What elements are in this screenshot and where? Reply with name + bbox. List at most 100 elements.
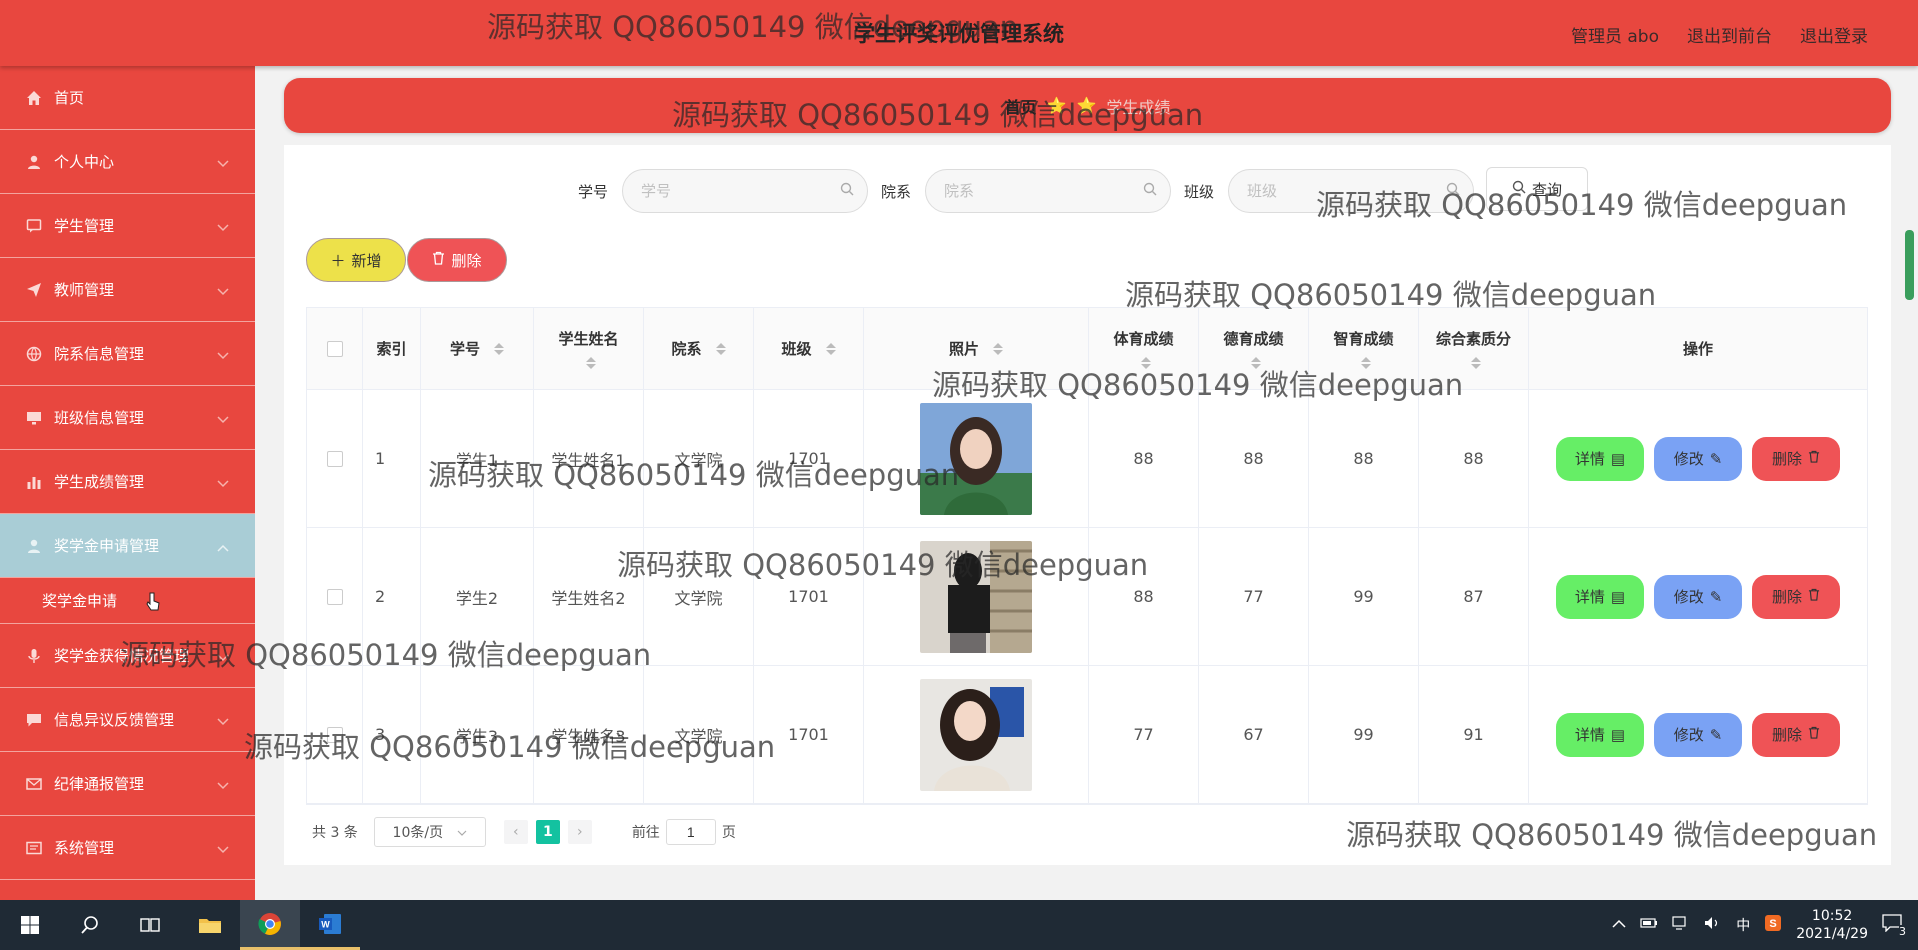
sidebar-item-classes[interactable]: 班级信息管理 xyxy=(0,386,255,450)
class-search-input[interactable] xyxy=(1228,169,1474,213)
chevron-up-icon[interactable] xyxy=(1612,917,1626,933)
chevron-up-icon xyxy=(217,538,229,556)
breadcrumb-home[interactable]: 首页 xyxy=(1005,94,1037,118)
class-label: 班级 xyxy=(1184,183,1215,201)
header-intel[interactable]: 智育成绩 xyxy=(1309,308,1419,389)
cell-ops: 详情 ▤ 修改 ✎ 删除 xyxy=(1529,528,1867,665)
sno-search-input[interactable] xyxy=(622,169,868,213)
pagination: 共 3 条 10条/页 ‹ 1 › 前往 页 xyxy=(312,817,736,847)
query-button[interactable]: 查询 xyxy=(1486,167,1588,211)
delete-button[interactable]: 删除 xyxy=(1752,436,1840,481)
sidebar-item-label: 教师管理 xyxy=(54,281,115,299)
task-view-icon[interactable] xyxy=(120,900,180,950)
header-dept[interactable]: 院系 xyxy=(644,308,754,389)
sidebar-item-discipline[interactable]: 纪律通报管理 xyxy=(0,752,255,816)
sort-icon[interactable] xyxy=(1141,357,1152,369)
add-button-label: 新增 xyxy=(351,251,382,270)
taskbar-clock[interactable]: 10:52 2021/4/29 xyxy=(1796,907,1868,943)
sidebar-item-label: 院系信息管理 xyxy=(54,345,145,363)
dept-search-input[interactable] xyxy=(925,169,1171,213)
person-icon xyxy=(24,536,44,556)
prev-page-button[interactable]: ‹ xyxy=(503,820,528,844)
edit-button[interactable]: 修改 ✎ xyxy=(1654,436,1742,481)
sidebar-item-feedback[interactable]: 信息异议反馈管理 xyxy=(0,688,255,752)
back-to-front-link[interactable]: 退出到前台 xyxy=(1687,22,1772,47)
sidebar-item-departments[interactable]: 院系信息管理 xyxy=(0,322,255,386)
next-page-button[interactable]: › xyxy=(567,820,592,844)
row-checkbox[interactable] xyxy=(326,726,343,743)
page-number-current[interactable]: 1 xyxy=(535,820,560,844)
cell-class: 1701 xyxy=(754,390,864,527)
header-ops: 操作 xyxy=(1529,308,1867,389)
goto-suffix: 页 xyxy=(721,825,736,841)
sort-icon[interactable] xyxy=(1361,357,1372,369)
logout-link[interactable]: 退出登录 xyxy=(1800,22,1868,47)
word-icon[interactable]: W xyxy=(300,900,360,950)
file-explorer-icon[interactable] xyxy=(180,900,240,950)
header-pe[interactable]: 体育成绩 xyxy=(1089,308,1199,389)
header-moral[interactable]: 德育成绩 xyxy=(1199,308,1309,389)
sidebar-item-scholarship-results[interactable]: 奖学金获得情况管理 xyxy=(0,624,255,688)
student-photo[interactable] xyxy=(920,540,1032,653)
goto-page-input[interactable] xyxy=(665,819,716,845)
sidebar-item-scores[interactable]: 学生成绩管理 xyxy=(0,450,255,514)
delete-button[interactable]: 删除 xyxy=(1752,712,1840,757)
page-size-select[interactable]: 10条/页 xyxy=(373,817,486,847)
network-icon[interactable] xyxy=(1672,916,1690,934)
total-count: 共 3 条 xyxy=(312,825,358,841)
sidebar-item-students[interactable]: 学生管理 xyxy=(0,194,255,258)
sort-icon[interactable] xyxy=(586,357,597,369)
sidebar-item-profile[interactable]: 个人中心 xyxy=(0,130,255,194)
plus-icon: ＋ xyxy=(330,251,346,270)
student-photo[interactable] xyxy=(920,678,1032,791)
search-icon[interactable] xyxy=(60,900,120,950)
sidebar-item-scholarship-apply[interactable]: 奖学金申请管理 xyxy=(0,514,255,578)
page-scrollbar[interactable] xyxy=(1905,230,1914,300)
header-total[interactable]: 综合素质分 xyxy=(1419,308,1529,389)
ime-indicator[interactable]: 中 xyxy=(1736,915,1750,935)
bar-chart-icon xyxy=(24,472,44,492)
sort-icon[interactable] xyxy=(494,342,504,355)
sidebar-item-system[interactable]: 系统管理 xyxy=(0,816,255,880)
add-button[interactable]: ＋ 新增 xyxy=(306,238,406,282)
sogou-ime-icon[interactable]: S xyxy=(1764,914,1782,936)
header-sno[interactable]: 学号 xyxy=(421,308,534,389)
chevron-down-icon xyxy=(217,840,229,858)
detail-button[interactable]: 详情 ▤ xyxy=(1556,574,1644,619)
header-class[interactable]: 班级 xyxy=(754,308,864,389)
battery-icon[interactable] xyxy=(1640,917,1658,933)
header-sno-label: 学号 xyxy=(449,340,480,358)
table-header-row: 索引 学号 学生姓名 院系 班级 照片 体育成绩 德育成绩 智育成绩 综合素质分… xyxy=(307,308,1867,390)
chrome-icon[interactable] xyxy=(240,900,300,950)
row-select-cell xyxy=(307,666,363,803)
header-photo[interactable]: 照片 xyxy=(864,308,1089,389)
windows-start-icon[interactable] xyxy=(0,900,60,950)
row-checkbox[interactable] xyxy=(326,450,343,467)
volume-icon[interactable] xyxy=(1704,916,1722,934)
sidebar-subitem-scholarship-apply[interactable]: 奖学金申请 xyxy=(0,578,255,624)
sort-icon[interactable] xyxy=(825,342,836,355)
edit-button[interactable]: 修改 ✎ xyxy=(1654,712,1742,757)
detail-button[interactable]: 详情 ▤ xyxy=(1556,712,1644,757)
sidebar-item-home[interactable]: 首页 xyxy=(0,66,255,130)
sort-icon[interactable] xyxy=(1251,357,1262,369)
student-photo[interactable] xyxy=(920,402,1032,515)
header-name[interactable]: 学生姓名 xyxy=(534,308,644,389)
edit-button[interactable]: 修改 ✎ xyxy=(1654,574,1742,619)
trash-icon xyxy=(432,251,445,269)
batch-delete-button[interactable]: 删除 xyxy=(407,238,507,282)
delete-button[interactable]: 删除 xyxy=(1752,574,1840,619)
sort-icon[interactable] xyxy=(993,342,1003,355)
detail-button[interactable]: 详情 ▤ xyxy=(1556,436,1644,481)
header-index-label: 索引 xyxy=(376,340,407,358)
search-bar: 学号 院系 班级 查询 xyxy=(284,167,1891,213)
notification-icon[interactable]: 3 xyxy=(1882,914,1906,938)
row-checkbox[interactable] xyxy=(326,588,343,605)
sort-icon[interactable] xyxy=(1471,357,1482,369)
cell-class: 1701 xyxy=(754,528,864,665)
sidebar-item-teachers[interactable]: 教师管理 xyxy=(0,258,255,322)
cell-moral: 88 xyxy=(1199,390,1309,527)
select-all-checkbox[interactable] xyxy=(326,340,343,357)
sort-icon[interactable] xyxy=(715,342,726,355)
send-icon xyxy=(24,280,44,300)
